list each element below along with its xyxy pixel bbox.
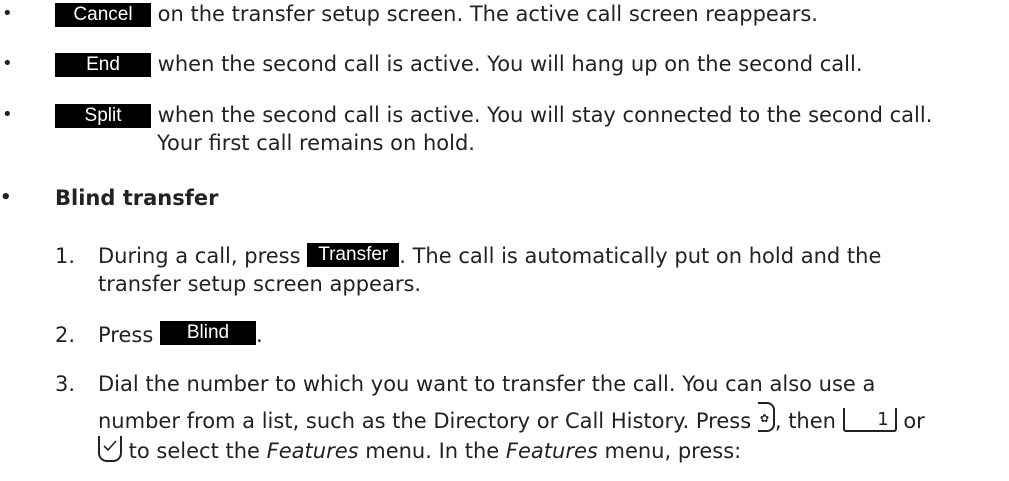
bullet-dot: • bbox=[2, 104, 13, 125]
step-text: , then bbox=[774, 409, 843, 433]
step-3-continued-2: to select the Features menu. In the Feat… bbox=[98, 436, 741, 465]
ok-key-icon bbox=[98, 436, 122, 462]
step-text: . The call is automatically put on hold … bbox=[399, 244, 882, 268]
step-text: During a call, press bbox=[98, 244, 308, 268]
step-2: Press Blind. bbox=[98, 321, 263, 349]
bullet-dot: • bbox=[0, 187, 12, 208]
bullet-dot: • bbox=[2, 53, 13, 74]
step-text: . bbox=[255, 323, 263, 347]
step-3-continued: number from a list, such as the Director… bbox=[98, 402, 925, 435]
features-menu-name: Features bbox=[266, 439, 359, 463]
step-3: Dial the number to which you want to tra… bbox=[98, 372, 876, 396]
list-item-text-continued: Your first call remains on hold. bbox=[157, 131, 475, 155]
step-number: 2. bbox=[55, 323, 76, 347]
step-1: During a call, press Transfer. The call … bbox=[98, 242, 881, 270]
key-1-icon: 1 bbox=[842, 408, 897, 432]
step-text: menu, press: bbox=[597, 439, 742, 463]
list-item-end: End when the second call is active. You … bbox=[55, 50, 863, 78]
menu-key-icon: ✿ bbox=[757, 402, 775, 432]
blind-softkey: Blind bbox=[159, 321, 256, 345]
section-heading: Blind transfer bbox=[55, 186, 219, 210]
step-text: or bbox=[896, 409, 925, 433]
list-item-split: Split when the second call is active. Yo… bbox=[55, 101, 932, 129]
features-menu-name: Features bbox=[505, 439, 598, 463]
cancel-softkey: Cancel bbox=[55, 3, 151, 27]
transfer-softkey: Transfer bbox=[307, 243, 400, 267]
list-item-text: when the second call is active. You will… bbox=[151, 52, 863, 76]
bullet-dot: • bbox=[2, 3, 13, 24]
step-1-continued: transfer setup screen appears. bbox=[98, 272, 422, 296]
step-text: menu. In the bbox=[358, 439, 506, 463]
step-number: 3. bbox=[55, 372, 76, 396]
step-text: Press bbox=[98, 323, 160, 347]
step-text: to select the bbox=[122, 439, 267, 463]
list-item-cancel: Cancel on the transfer setup screen. The… bbox=[55, 0, 818, 28]
step-text: number from a list, such as the Director… bbox=[98, 409, 758, 433]
list-item-text: when the second call is active. You will… bbox=[151, 103, 933, 127]
split-softkey: Split bbox=[55, 104, 151, 128]
step-number: 1. bbox=[55, 244, 76, 268]
end-softkey: End bbox=[55, 53, 151, 77]
list-item-text: on the transfer setup screen. The active… bbox=[151, 2, 818, 26]
